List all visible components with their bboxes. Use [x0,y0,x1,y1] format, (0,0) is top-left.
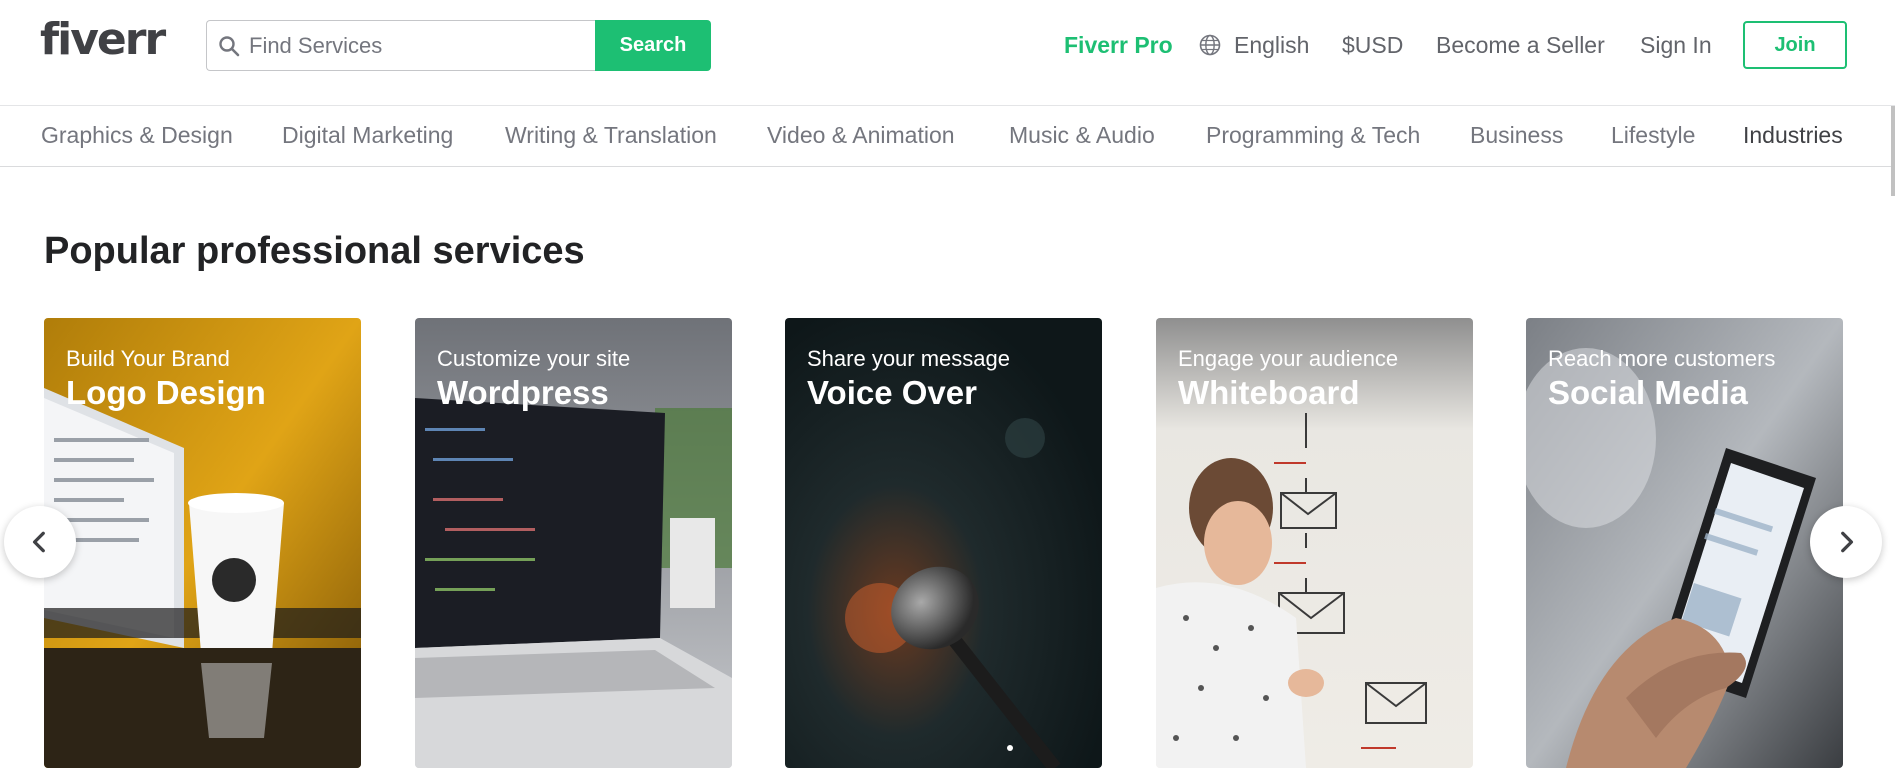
card-title: Whiteboard [1178,374,1360,411]
join-button[interactable]: Join [1743,21,1847,69]
become-seller-link[interactable]: Become a Seller [1436,28,1605,62]
card-subtitle: Reach more customers [1548,346,1776,371]
service-card-wordpress[interactable]: Customize your site Wordpress [415,318,732,768]
card-subtitle: Customize your site [437,346,631,371]
globe-icon [1199,34,1221,56]
category-programming-tech[interactable]: Programming & Tech [1206,122,1420,149]
currency-selector[interactable]: $USD [1342,28,1403,62]
site-header: fiverr Search Fiverr Pro English $USD Be… [0,0,1895,106]
category-business[interactable]: Business [1470,122,1563,149]
card-subtitle: Share your message [807,346,1010,371]
category-digital-marketing[interactable]: Digital Marketing [282,122,453,149]
service-card-logo-design[interactable]: Build Your Brand Logo Design [44,318,361,768]
category-industries[interactable]: Industries [1743,122,1843,149]
fiverr-pro-link[interactable]: Fiverr Pro [1064,28,1173,62]
page-scrollbar[interactable] [1891,106,1895,196]
card-subtitle: Engage your audience [1178,346,1399,371]
search-bar: Search [206,20,711,71]
chevron-right-icon [1841,531,1854,553]
sign-in-link[interactable]: Sign In [1640,28,1712,62]
card-subtitle: Build Your Brand [66,346,230,371]
chevron-left-icon [32,531,45,553]
card-title: Social Media [1548,374,1748,411]
service-card-social-media[interactable]: Reach more customers Social Media [1526,318,1843,768]
category-lifestyle[interactable]: Lifestyle [1611,122,1695,149]
category-music-audio[interactable]: Music & Audio [1009,122,1155,149]
category-graphics-design[interactable]: Graphics & Design [41,122,233,149]
carousel-next-button[interactable] [1810,506,1882,578]
fiverr-logo[interactable]: fiverr [40,14,166,65]
service-card-whiteboard[interactable]: Engage your audience Whiteboard [1156,318,1473,768]
language-label: English [1234,31,1310,58]
service-card-voice-over[interactable]: Share your message Voice Over [785,318,1102,768]
category-menu: Graphics & Design Digital Marketing Writ… [0,106,1895,167]
section-title: Popular professional services [44,230,585,272]
category-writing-translation[interactable]: Writing & Translation [505,122,717,149]
category-video-animation[interactable]: Video & Animation [767,122,955,149]
search-button[interactable]: Search [595,20,711,71]
search-input[interactable] [249,32,569,59]
language-selector[interactable]: English [1198,28,1309,62]
card-title: Logo Design [66,374,266,411]
carousel-prev-button[interactable] [4,506,76,578]
search-box[interactable] [206,20,595,71]
search-icon [219,35,240,56]
card-title: Voice Over [807,374,977,411]
card-title: Wordpress [437,374,609,411]
